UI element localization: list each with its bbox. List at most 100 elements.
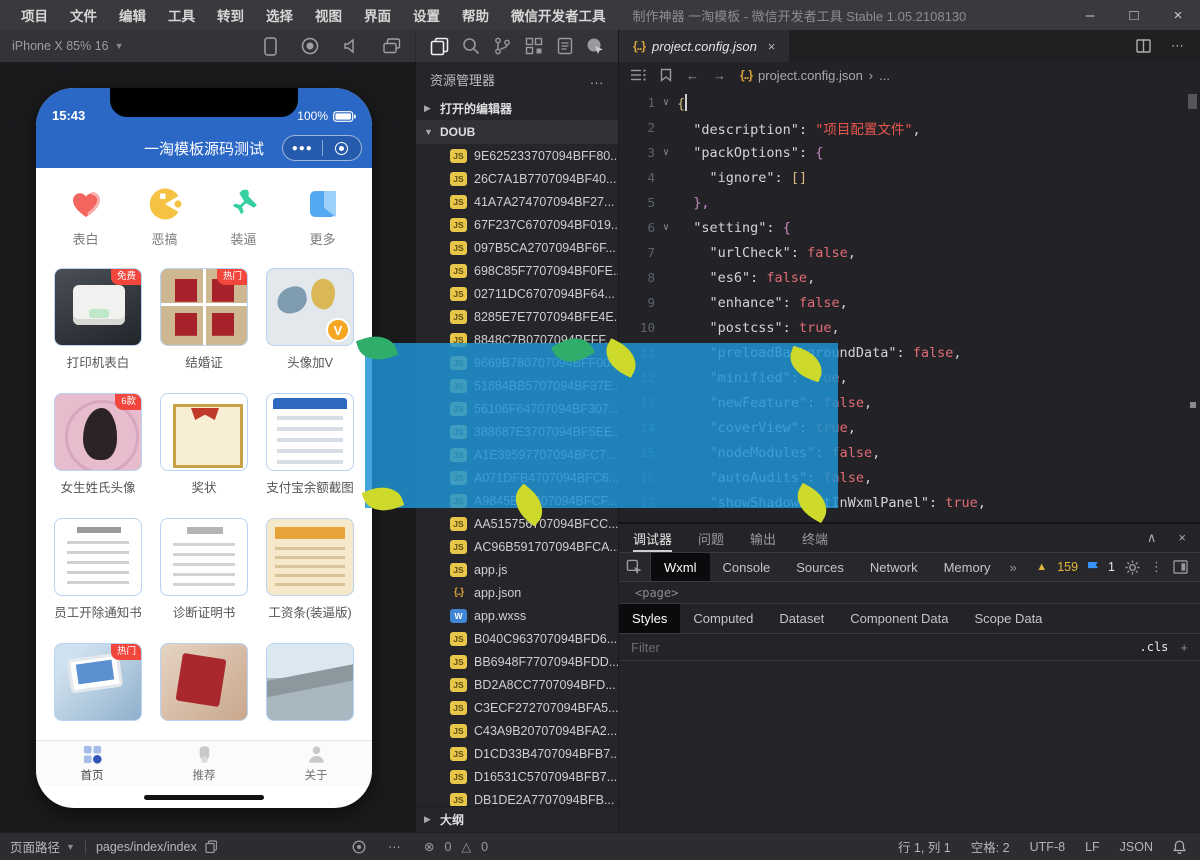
page-path-selector[interactable]: 页面路径 ▼ [0, 837, 75, 856]
file-item[interactable]: JSDB1DE2A7707094BFB... [416, 788, 618, 806]
code-line[interactable]: 6∨ "setting": { [619, 215, 1200, 240]
forward-icon[interactable]: → [713, 68, 726, 83]
menu-item-编辑[interactable]: 编辑 [110, 1, 155, 29]
template-card[interactable]: 免费打印机表白 [54, 268, 142, 371]
copy-path-icon[interactable] [205, 840, 217, 853]
more-tabs-icon[interactable]: » [1004, 560, 1023, 575]
code-line[interactable]: 10 "postcss": true, [619, 315, 1200, 340]
template-card[interactable]: 热门结婚证 [160, 268, 248, 371]
mute-icon[interactable] [343, 38, 359, 54]
file-item[interactable]: Wapp.wxss [416, 604, 618, 627]
collapse-panel-icon[interactable]: ∧ [1147, 530, 1157, 546]
tab-close-icon[interactable]: × [768, 39, 776, 54]
notification-bell-icon[interactable] [1173, 840, 1186, 854]
tab-project-config-json[interactable]: {..} project.config.json × [619, 30, 789, 62]
fold-icon[interactable]: ∨ [655, 97, 677, 108]
file-item[interactable]: JS67F237C6707094BF019... [416, 213, 618, 236]
open-editors-section[interactable]: ▶ 打开的编辑器 [416, 96, 618, 120]
widgets-icon[interactable] [525, 37, 543, 55]
file-item[interactable]: JSapp.js [416, 558, 618, 581]
menu-item-帮助[interactable]: 帮助 [453, 1, 498, 29]
record-icon[interactable] [301, 37, 319, 55]
style-tab-styles[interactable]: Styles [619, 604, 680, 633]
inspect-element-icon[interactable] [619, 553, 651, 581]
code-line[interactable]: 9 "enhance": false, [619, 290, 1200, 315]
menu-item-微信开发者工具[interactable]: 微信开发者工具 [502, 1, 615, 29]
warning-count[interactable]: 159 [1057, 560, 1078, 574]
more-actions-icon[interactable]: ⋯ [1171, 38, 1184, 54]
menu-item-选择[interactable]: 选择 [257, 1, 302, 29]
statusbar-more-icon[interactable]: ⋯ [388, 839, 401, 854]
devtools-tab-Network[interactable]: Network [857, 553, 931, 581]
file-item[interactable]: JSC43A9B20707094BFA2... [416, 719, 618, 742]
quick-entry-pacman[interactable]: 恶搞 [135, 186, 195, 248]
info-flag-icon[interactable] [1088, 562, 1098, 573]
code-line[interactable]: 7 "urlCheck": false, [619, 240, 1200, 265]
cursor-position[interactable]: 行 1, 列 1 [898, 837, 951, 856]
style-tab-dataset[interactable]: Dataset [766, 604, 837, 633]
style-tab-scope-data[interactable]: Scope Data [961, 604, 1055, 633]
code-line[interactable]: 1∨{ [619, 90, 1200, 115]
template-card[interactable]: 6款女生姓氏头像 [54, 393, 142, 496]
file-item[interactable]: JSD1CD33B4707094BFB7... [416, 742, 618, 765]
phone-tab-关于[interactable]: 关于 [260, 741, 372, 786]
style-tab-component-data[interactable]: Component Data [837, 604, 961, 633]
menu-item-界面[interactable]: 界面 [355, 1, 400, 29]
page-file-icon[interactable] [557, 37, 573, 55]
panel-tab-调试器[interactable]: 调试器 [633, 524, 672, 552]
template-card[interactable]: 诊断证明书 [160, 518, 248, 621]
devtools-tab-Memory[interactable]: Memory [931, 553, 1004, 581]
split-editor-icon[interactable] [1136, 39, 1151, 53]
add-style-button[interactable]: + [1180, 640, 1188, 655]
file-item[interactable]: JS26C7A1B7707094BF40... [416, 167, 618, 190]
file-item[interactable]: JS02711DC6707094BF64... [416, 282, 618, 305]
back-icon[interactable]: ← [686, 68, 699, 83]
explorer-more-icon[interactable]: ... [590, 72, 604, 87]
menu-item-文件[interactable]: 文件 [61, 1, 106, 29]
multi-window-icon[interactable] [383, 38, 401, 54]
menu-item-设置[interactable]: 设置 [404, 1, 449, 29]
file-item[interactable]: JSAA515756707094BFCC... [416, 512, 618, 535]
file-item[interactable]: JS698C85F7707094BF0FE... [416, 259, 618, 282]
code-line[interactable]: 8 "es6": false, [619, 265, 1200, 290]
quick-entry-heart[interactable]: 表白 [56, 186, 116, 248]
pointer-icon[interactable] [586, 37, 604, 55]
menu-item-视图[interactable]: 视图 [306, 1, 351, 29]
eol-setting[interactable]: LF [1085, 840, 1100, 854]
devtools-tab-Console[interactable]: Console [710, 553, 784, 581]
file-item[interactable]: JSB040C963707094BFD6... [416, 627, 618, 650]
file-item[interactable]: JSC3ECF272707094BFA5... [416, 696, 618, 719]
list-icon[interactable] [631, 69, 646, 81]
info-count[interactable]: 1 [1108, 560, 1115, 574]
template-card[interactable]: 奖状 [160, 393, 248, 496]
close-panel-icon[interactable]: × [1178, 530, 1186, 546]
indent-setting[interactable]: 空格: 2 [971, 837, 1010, 856]
file-item[interactable]: JSD16531C5707094BFB7... [416, 765, 618, 788]
encoding[interactable]: UTF-8 [1030, 840, 1065, 854]
code-line[interactable]: 5 }, [619, 190, 1200, 215]
template-card[interactable]: 热门 [54, 643, 142, 721]
template-card[interactable]: 员工开除通知书 [54, 518, 142, 621]
current-page-path[interactable]: pages/index/index [96, 840, 197, 854]
phone-tab-首页[interactable]: 首页 [36, 741, 148, 786]
style-filter-input[interactable] [631, 640, 1140, 655]
promo-overlay[interactable] [365, 343, 838, 508]
fold-icon[interactable]: ∨ [655, 222, 677, 233]
files-icon[interactable] [430, 37, 449, 56]
file-item[interactable]: JS41A7A274707094BF27... [416, 190, 618, 213]
minimize-button[interactable]: – [1068, 0, 1112, 30]
code-line[interactable]: 3∨ "packOptions": { [619, 140, 1200, 165]
template-card[interactable]: 工资条(装逼版) [266, 518, 354, 621]
template-card[interactable]: 支付宝余额截图 [266, 393, 354, 496]
git-branch-icon[interactable] [494, 37, 511, 55]
menu-item-转到[interactable]: 转到 [208, 1, 253, 29]
language-mode[interactable]: JSON [1120, 840, 1153, 854]
device-icon[interactable] [264, 37, 277, 56]
template-card[interactable] [266, 643, 354, 721]
dock-side-icon[interactable] [1173, 560, 1188, 574]
preview-icon[interactable] [352, 840, 366, 854]
warning-icon[interactable]: ▲ [1036, 561, 1047, 573]
capsule-close-icon[interactable] [323, 142, 362, 155]
menu-item-项目[interactable]: 项目 [12, 1, 57, 29]
fold-icon[interactable]: ∨ [655, 147, 677, 158]
